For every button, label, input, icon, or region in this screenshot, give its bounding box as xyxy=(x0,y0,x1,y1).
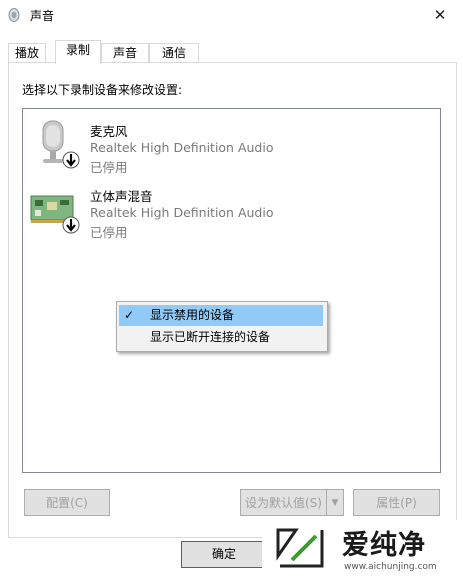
menu-item-label: 显示禁用的设备 xyxy=(150,308,235,322)
device-item-microphone[interactable]: 麦克风 Realtek High Definition Audio 已停用 xyxy=(23,117,440,175)
menu-item-show-disabled-devices[interactable]: ✓ 显示禁用的设备 xyxy=(119,305,323,326)
tab-playback[interactable]: 播放 xyxy=(8,43,46,63)
close-button[interactable]: ✕ xyxy=(417,0,463,30)
button-label: 确定 xyxy=(211,547,236,561)
device-name: 麦克风 xyxy=(90,124,128,139)
tab-label: 播放 xyxy=(14,46,39,60)
device-name: 立体声混音 xyxy=(90,189,153,204)
set-default-button[interactable]: 设为默认值(S) xyxy=(240,489,327,516)
button-label: 设为默认值(S) xyxy=(245,496,322,510)
watermark-title: 爱纯净 xyxy=(342,530,426,561)
tab-label: 录制 xyxy=(65,43,90,57)
set-default-dropdown-button[interactable]: ▼ xyxy=(326,489,344,516)
tab-recording[interactable]: 录制 xyxy=(55,40,101,64)
ok-button[interactable]: 确定 xyxy=(181,541,267,568)
checkmark-icon: ✓ xyxy=(124,308,135,322)
tab-label: 声音 xyxy=(112,46,137,60)
watermark-url: www.aichunjing.com xyxy=(344,562,437,572)
device-status: 已停用 xyxy=(90,225,128,240)
tab-sounds[interactable]: 声音 xyxy=(101,43,149,63)
watermark: 爱纯净 www.aichunjing.com xyxy=(262,520,463,578)
device-driver: Realtek High Definition Audio xyxy=(90,205,274,220)
menu-item-label: 显示已断开连接的设备 xyxy=(150,330,271,344)
tab-label: 通信 xyxy=(161,46,186,60)
context-menu: ✓ 显示禁用的设备 显示已断开连接的设备 xyxy=(116,301,328,352)
configure-button[interactable]: 配置(C) xyxy=(24,489,110,516)
device-list[interactable]: 麦克风 Realtek High Definition Audio 已停用 立体… xyxy=(22,108,441,473)
device-item-stereo-mix[interactable]: 立体声混音 Realtek High Definition Audio 已停用 xyxy=(23,182,440,240)
instruction-text: 选择以下录制设备来修改设置: xyxy=(22,83,183,97)
microphone-icon xyxy=(42,120,80,169)
speaker-icon xyxy=(8,8,20,22)
chevron-down-icon: ▼ xyxy=(331,498,339,508)
close-icon: ✕ xyxy=(433,6,447,24)
device-status: 已停用 xyxy=(90,160,128,175)
sound-card-icon xyxy=(30,195,80,234)
device-driver: Realtek High Definition Audio xyxy=(90,140,274,155)
brand-logo-icon xyxy=(276,528,324,568)
button-label: 属性(P) xyxy=(376,496,417,510)
button-label: 配置(C) xyxy=(46,496,88,510)
window-title: 声音 xyxy=(30,9,55,23)
title-bar: 声音 ✕ xyxy=(0,0,463,30)
tab-communications[interactable]: 通信 xyxy=(149,43,199,63)
menu-item-show-disconnected-devices[interactable]: 显示已断开连接的设备 xyxy=(119,327,323,348)
properties-button[interactable]: 属性(P) xyxy=(353,489,440,516)
